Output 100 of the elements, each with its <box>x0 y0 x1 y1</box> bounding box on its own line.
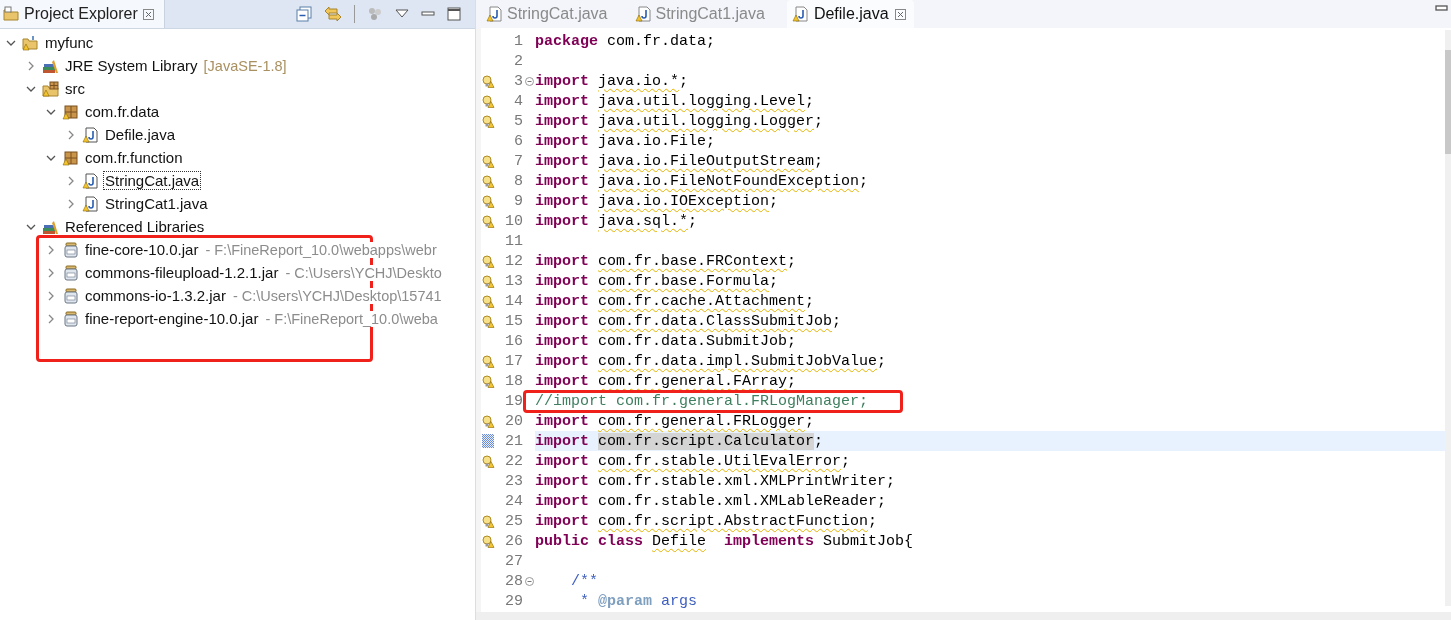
warning-bulb-icon[interactable] <box>481 354 495 368</box>
line-number: 10 <box>504 212 523 230</box>
tree-item[interactable]: Defile.java <box>103 125 178 144</box>
line-number: 22 <box>504 452 523 470</box>
minimize-icon[interactable] <box>421 9 435 19</box>
code-line: import java.sql.*; <box>535 212 698 230</box>
warning-bulb-icon[interactable] <box>481 214 495 228</box>
chevron-right-icon[interactable] <box>26 60 36 71</box>
code-line: import com.fr.stable.UtilEvalError; <box>535 452 851 470</box>
line-number: 18 <box>504 372 523 390</box>
code-line: * @param args <box>579 592 698 610</box>
close-icon[interactable] <box>894 8 906 20</box>
chevron-right-icon[interactable] <box>66 175 76 186</box>
line-number: 14 <box>504 292 523 310</box>
tree-item[interactable]: StringCat1.java <box>103 194 210 213</box>
chevron-right-icon[interactable] <box>46 244 56 255</box>
tree-item-detail: - C:\Users\YCHJ\Desktop\15741 <box>232 287 442 304</box>
minimize-icon[interactable] <box>1435 4 1449 12</box>
code-line: package com.fr.data; <box>535 32 716 50</box>
folder-icon <box>3 6 19 22</box>
jar-icon <box>62 310 80 327</box>
code-line: import java.io.IOException; <box>535 192 779 210</box>
filter-dots-icon[interactable] <box>367 6 383 22</box>
java-file-icon <box>82 172 100 189</box>
java-file-icon <box>791 6 808 22</box>
chevron-right-icon[interactable] <box>66 198 76 209</box>
line-number: 16 <box>504 332 523 350</box>
line-number: 7 <box>513 152 523 170</box>
warning-bulb-icon[interactable] <box>481 194 495 208</box>
editor-tab[interactable]: Defile.java <box>786 0 914 28</box>
tree-item[interactable]: JRE System Library <box>63 56 200 75</box>
vertical-scrollbar[interactable] <box>1445 30 1451 606</box>
jar-icon <box>62 241 80 258</box>
warning-bulb-icon[interactable] <box>481 454 495 468</box>
warning-bulb-icon[interactable] <box>481 294 495 308</box>
chevron-right-icon[interactable] <box>66 129 76 140</box>
warning-bulb-icon[interactable] <box>481 534 495 548</box>
tree-item[interactable]: com.fr.function <box>83 148 185 167</box>
tree-item[interactable]: fine-report-engine-10.0.jar <box>83 309 261 328</box>
code-line: import com.fr.data.SubmitJob; <box>535 332 797 350</box>
line-number: 4 <box>513 92 523 110</box>
tree-item[interactable]: commons-fileupload-1.2.1.jar <box>83 263 281 282</box>
tree-item[interactable]: myfunc <box>43 33 96 52</box>
link-arrows-icon[interactable] <box>324 6 342 22</box>
fold-collapse-icon[interactable] <box>524 76 534 86</box>
line-number: 20 <box>504 412 523 430</box>
code-line: import com.fr.general.FArray; <box>535 372 797 390</box>
warning-bulb-icon[interactable] <box>481 94 495 108</box>
warning-bulb-icon[interactable] <box>481 374 495 388</box>
package-icon <box>62 103 80 120</box>
line-number: 17 <box>504 352 523 370</box>
chevron-right-icon[interactable] <box>46 267 56 278</box>
warning-bulb-icon[interactable] <box>481 314 495 328</box>
view-menu-icon[interactable] <box>395 9 409 19</box>
line-number: 28 <box>504 572 523 590</box>
tree-item[interactable]: StringCat.java <box>103 171 202 190</box>
tree-item[interactable]: Referenced Libraries <box>63 217 207 236</box>
java-file-icon <box>634 6 651 22</box>
code-line: //import com.fr.general.FRLogManager; <box>535 392 869 410</box>
chevron-right-icon[interactable] <box>46 290 56 301</box>
fold-collapse-icon[interactable] <box>524 576 534 586</box>
chevron-right-icon[interactable] <box>46 313 56 324</box>
code-line: import java.io.*; <box>535 72 689 90</box>
tree-item[interactable]: fine-core-10.0.jar <box>83 240 201 259</box>
close-icon[interactable] <box>142 8 154 20</box>
code-line: import java.io.FileOutputStream; <box>535 152 824 170</box>
warning-bulb-icon[interactable] <box>481 514 495 528</box>
warning-bulb-icon[interactable] <box>481 414 495 428</box>
warning-bulb-icon[interactable] <box>481 254 495 268</box>
line-number: 13 <box>504 272 523 290</box>
code-line: import com.fr.general.FRLogger; <box>535 412 815 430</box>
tree-item[interactable]: commons-io-1.3.2.jar <box>83 286 228 305</box>
java-file-icon <box>82 126 100 143</box>
java-file-icon <box>82 195 100 212</box>
maximize-icon[interactable] <box>447 7 461 21</box>
project-folder-icon <box>22 34 40 51</box>
collapse-all-icon[interactable] <box>296 6 312 22</box>
line-number: 23 <box>504 472 523 490</box>
horizontal-scrollbar[interactable] <box>476 612 1451 620</box>
warning-bulb-icon[interactable] <box>481 174 495 188</box>
package-icon <box>62 149 80 166</box>
warning-bulb-icon[interactable] <box>481 114 495 128</box>
tree-item-detail: - F:\FineReport_10.0\webapps\webr <box>205 241 437 258</box>
warning-bulb-icon[interactable] <box>481 274 495 288</box>
line-number: 21 <box>504 432 523 450</box>
line-number: 9 <box>513 192 523 210</box>
code-line: import com.fr.cache.Attachment; <box>535 292 815 310</box>
source-folder-icon <box>42 80 60 97</box>
line-number: 8 <box>513 172 523 190</box>
warning-bulb-icon[interactable] <box>481 74 495 88</box>
warning-bulb-icon[interactable] <box>481 154 495 168</box>
code-line: import com.fr.stable.xml.XMLPrintWriter; <box>535 472 896 490</box>
line-number: 1 <box>513 32 523 50</box>
tree-item[interactable]: src <box>63 79 87 98</box>
line-number: 26 <box>504 532 523 550</box>
tree-item-detail: [JavaSE-1.8] <box>203 57 287 74</box>
line-number: 3 <box>513 72 523 90</box>
tree-item[interactable]: com.fr.data <box>83 102 162 121</box>
code-line: import com.fr.stable.xml.XMLableReader; <box>535 492 887 510</box>
line-number: 5 <box>513 112 523 130</box>
